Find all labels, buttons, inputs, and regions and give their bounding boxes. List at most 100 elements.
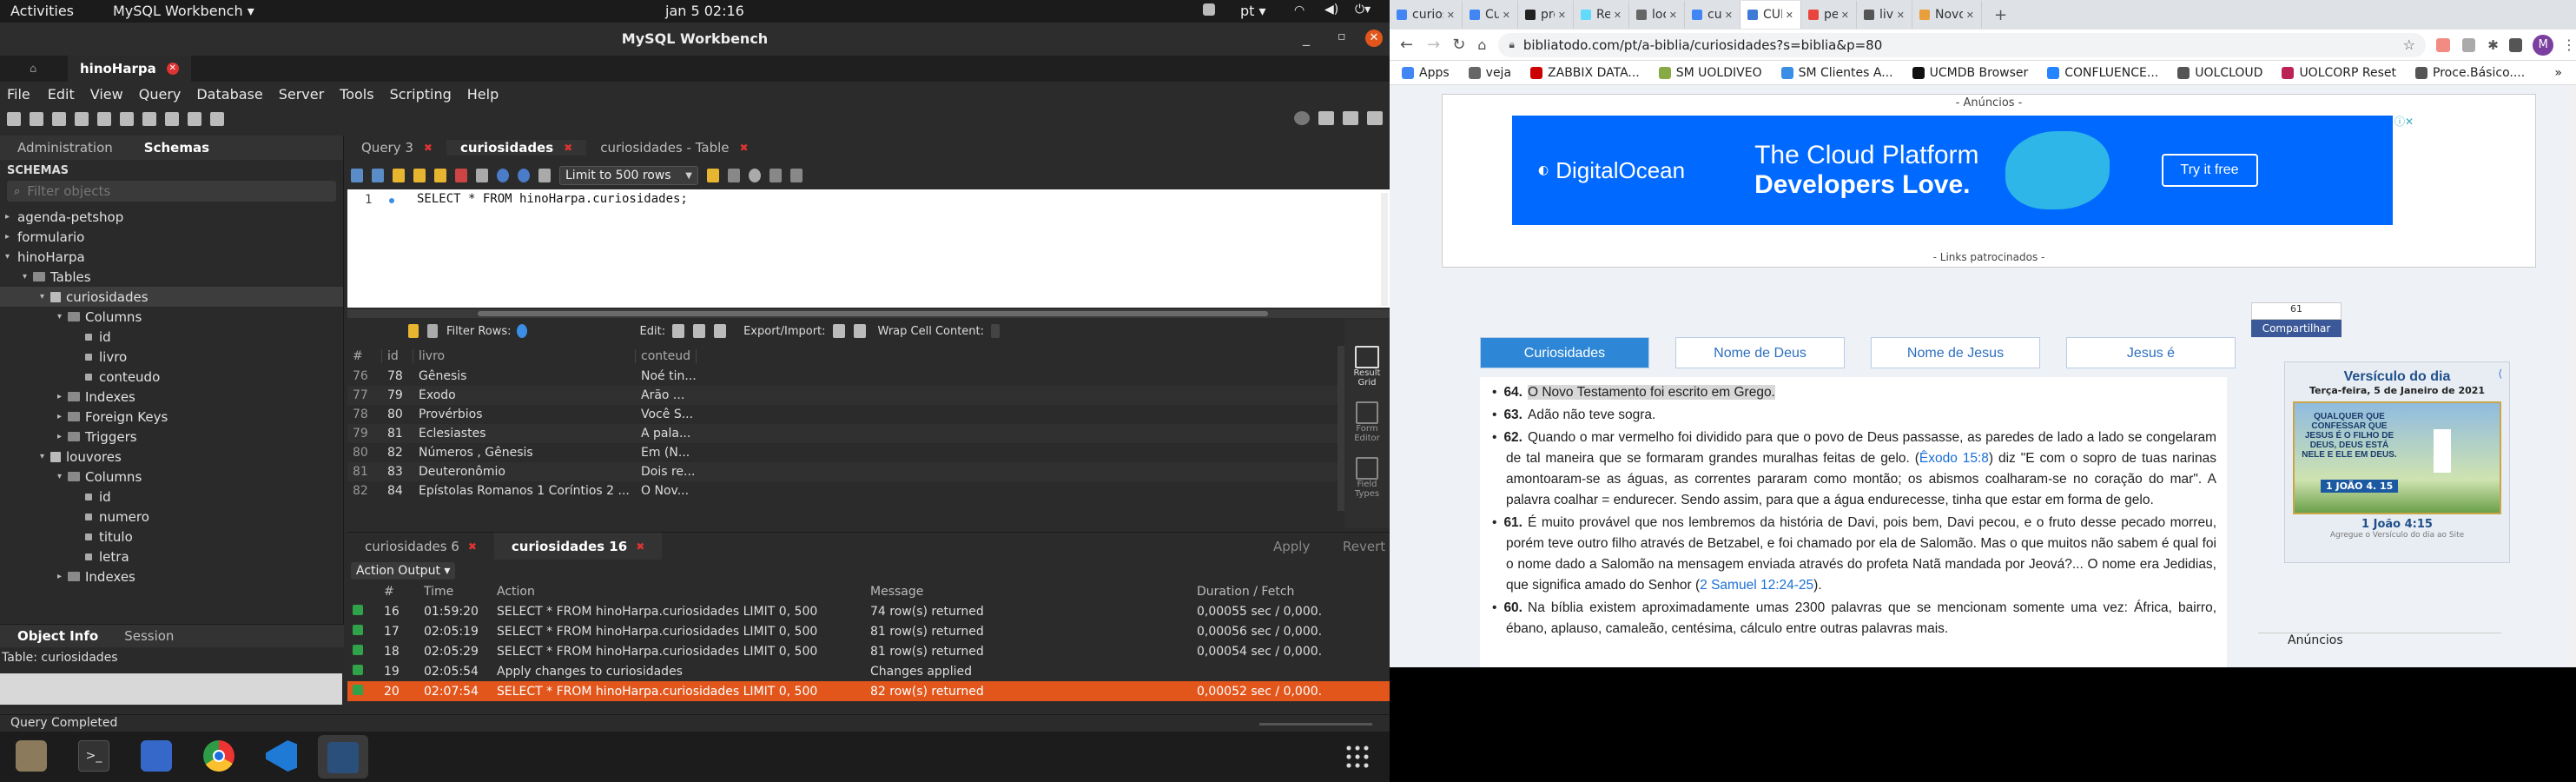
share-icon[interactable]: ⟨: [2498, 368, 2502, 380]
commit-icon[interactable]: [497, 169, 509, 182]
verse-image[interactable]: QUALQUER QUE CONFESSAR QUE JESUS É O FIL…: [2293, 401, 2501, 514]
grid-column-header[interactable]: #: [347, 349, 382, 363]
tab-schemas[interactable]: Schemas: [130, 140, 223, 156]
reload-icon[interactable]: ↻: [1452, 36, 1465, 54]
wrap-lines-icon[interactable]: [790, 169, 803, 182]
page-nav-tab[interactable]: Nome de Jesus: [1871, 337, 2040, 368]
close-tab-icon[interactable]: ✕: [1503, 10, 1510, 21]
close-tab-icon[interactable]: ✕: [1614, 10, 1622, 21]
open-sql-icon[interactable]: [30, 112, 43, 126]
tab-administration[interactable]: Administration: [0, 140, 130, 156]
clock[interactable]: jan 5 02:16: [665, 3, 744, 19]
verse-add-link[interactable]: Agregue o Versículo do dia ao Site: [2285, 531, 2509, 540]
tree-item-col[interactable]: numero: [0, 507, 343, 527]
scripture-link[interactable]: Êxodo 15:8: [1919, 451, 1989, 466]
bookmark-item[interactable]: CONFLUENCE...: [2047, 66, 2158, 80]
toggle-secondary-sidebar-icon[interactable]: [1367, 111, 1383, 125]
home-icon[interactable]: ⌂: [1477, 36, 1486, 53]
browser-tab[interactable]: Curiosi ✕: [1463, 1, 1518, 29]
history-row[interactable]: 18 02:05:29 SELECT * FROM hinoHarpa.curios…: [347, 641, 1390, 661]
extension-icon[interactable]: [2461, 37, 2476, 52]
create-function-icon[interactable]: [165, 112, 179, 126]
close-tab-icon[interactable]: ✕: [1841, 10, 1849, 21]
grid-cell[interactable]: Deuteronômio: [413, 465, 636, 479]
tree-item-col[interactable]: titulo: [0, 527, 343, 547]
editor-tab-curiosidades[interactable]: curiosidades ✖: [446, 140, 587, 156]
table-row[interactable]: 79 81 Eclesiastes A pala...: [347, 424, 1338, 443]
history-row[interactable]: 17 02:05:19 SELECT * FROM hinoHarpa.curios…: [347, 621, 1390, 641]
tree-item-col[interactable]: conteudo: [0, 367, 343, 387]
ad-cta-button[interactable]: Try it free: [2161, 154, 2258, 187]
bookmark-item[interactable]: ZABBIX DATA...: [1530, 66, 1640, 80]
minimize-icon[interactable]: _: [1303, 30, 1310, 46]
autocommit-icon[interactable]: [538, 169, 551, 182]
tree-item-table[interactable]: ▾ louvores: [0, 447, 343, 467]
grid-column-header[interactable]: id: [382, 349, 413, 363]
tree-item-db[interactable]: ▸ formulario: [0, 227, 343, 247]
grid-column-header[interactable]: conteud: [636, 349, 697, 363]
wifi-icon[interactable]: ◠: [1294, 3, 1305, 17]
tree-item-db[interactable]: ▾ hinoHarpa: [0, 247, 343, 267]
tree-item-table[interactable]: ▾ curiosidades: [0, 287, 343, 307]
history-column-header[interactable]: Action: [492, 585, 865, 599]
result-tab-6[interactable]: curiosidades 6 ✖: [347, 539, 494, 554]
form-editor-icon[interactable]: [1356, 401, 1378, 424]
bookmark-item[interactable]: UOLCLOUD: [2177, 66, 2262, 80]
collapse-arrow-icon[interactable]: ▸: [57, 392, 68, 401]
filter-objects-field[interactable]: ⌕: [7, 181, 336, 202]
grid-cell[interactable]: 83: [382, 465, 413, 479]
browser-tab[interactable]: curiosi ✕: [1685, 1, 1740, 29]
table-row[interactable]: 82 84 Epístolas Romanos 1 Coríntios 2 ... O…: [347, 481, 1338, 500]
form-editor-label[interactable]: Form Editor: [1344, 424, 1390, 443]
table-row[interactable]: 78 80 Provérbios Você S...: [347, 405, 1338, 424]
bookmark-item[interactable]: Proce.Básico....: [2415, 66, 2525, 80]
menu-help[interactable]: Help: [467, 86, 499, 103]
invisible-chars-icon[interactable]: [769, 169, 782, 182]
close-icon[interactable]: ✕: [1365, 30, 1383, 47]
collapse-arrow-icon[interactable]: ▸: [57, 412, 68, 421]
result-grid-icon[interactable]: [408, 324, 419, 338]
field-types-icon[interactable]: [1356, 457, 1378, 480]
open-file-icon[interactable]: [351, 169, 363, 182]
history-row[interactable]: 16 01:59:20 SELECT * FROM hinoHarpa.curios…: [347, 601, 1390, 621]
create-table-icon[interactable]: [97, 112, 111, 126]
history-column-header[interactable]: Duration / Fetch: [1192, 585, 1322, 599]
app-menu-button[interactable]: MySQL Workbench ▾: [113, 3, 254, 19]
close-tab-icon[interactable]: ✕: [1786, 10, 1793, 21]
collapse-arrow-icon[interactable]: ▸: [57, 572, 68, 581]
add-row-icon[interactable]: [693, 324, 706, 338]
toggle-error-icon[interactable]: [476, 169, 488, 182]
field-types-label[interactable]: Field Types: [1344, 480, 1390, 499]
create-schema-icon[interactable]: [75, 112, 89, 126]
filter-rows-input[interactable]: [516, 324, 527, 338]
beautify-icon[interactable]: [728, 169, 740, 182]
close-tab-icon[interactable]: ✖: [636, 540, 644, 553]
new-sql-tab-icon[interactable]: [7, 112, 21, 126]
close-tab-icon[interactable]: ✖: [424, 142, 433, 154]
grid-cell[interactable]: 76: [347, 369, 382, 383]
delete-row-icon[interactable]: [714, 324, 727, 338]
menu-query[interactable]: Query: [139, 86, 182, 103]
close-tab-icon[interactable]: ✕: [1966, 10, 1974, 21]
close-tab-icon[interactable]: ✕: [1447, 10, 1455, 21]
editor-scrollbar[interactable]: [1381, 193, 1388, 306]
rollback-icon[interactable]: [518, 169, 530, 182]
grid-cell[interactable]: 81: [347, 465, 382, 479]
connection-tab-hinoharpa[interactable]: hinoHarpa ✕: [68, 56, 191, 82]
home-icon[interactable]: ⌂: [30, 63, 36, 76]
result-tab-16[interactable]: curiosidades 16 ✖: [493, 532, 663, 560]
browser-tab[interactable]: Novo T✕: [1912, 1, 1982, 29]
tree-item-folder[interactable]: ▸ Indexes: [0, 567, 343, 586]
table-row[interactable]: 80 82 Números , Gênesis Em (N...: [347, 443, 1338, 462]
wrap-cell-icon[interactable]: [991, 324, 1001, 338]
power-icon[interactable]: ⏻▾: [1355, 3, 1371, 17]
reconnect-icon[interactable]: [210, 112, 224, 126]
menu-database[interactable]: Database: [196, 86, 262, 103]
tree-item-folder[interactable]: ▾ Columns: [0, 307, 343, 327]
grid-cell[interactable]: Números , Gênesis: [413, 446, 636, 460]
search-table-data-icon[interactable]: [188, 112, 201, 126]
terminal-icon[interactable]: >_: [78, 740, 109, 772]
lock-icon[interactable]: 🔒︎: [1509, 38, 1514, 51]
table-row[interactable]: 81 83 Deuteronômio Dois re...: [347, 462, 1338, 481]
tree-item-col[interactable]: id: [0, 327, 343, 347]
